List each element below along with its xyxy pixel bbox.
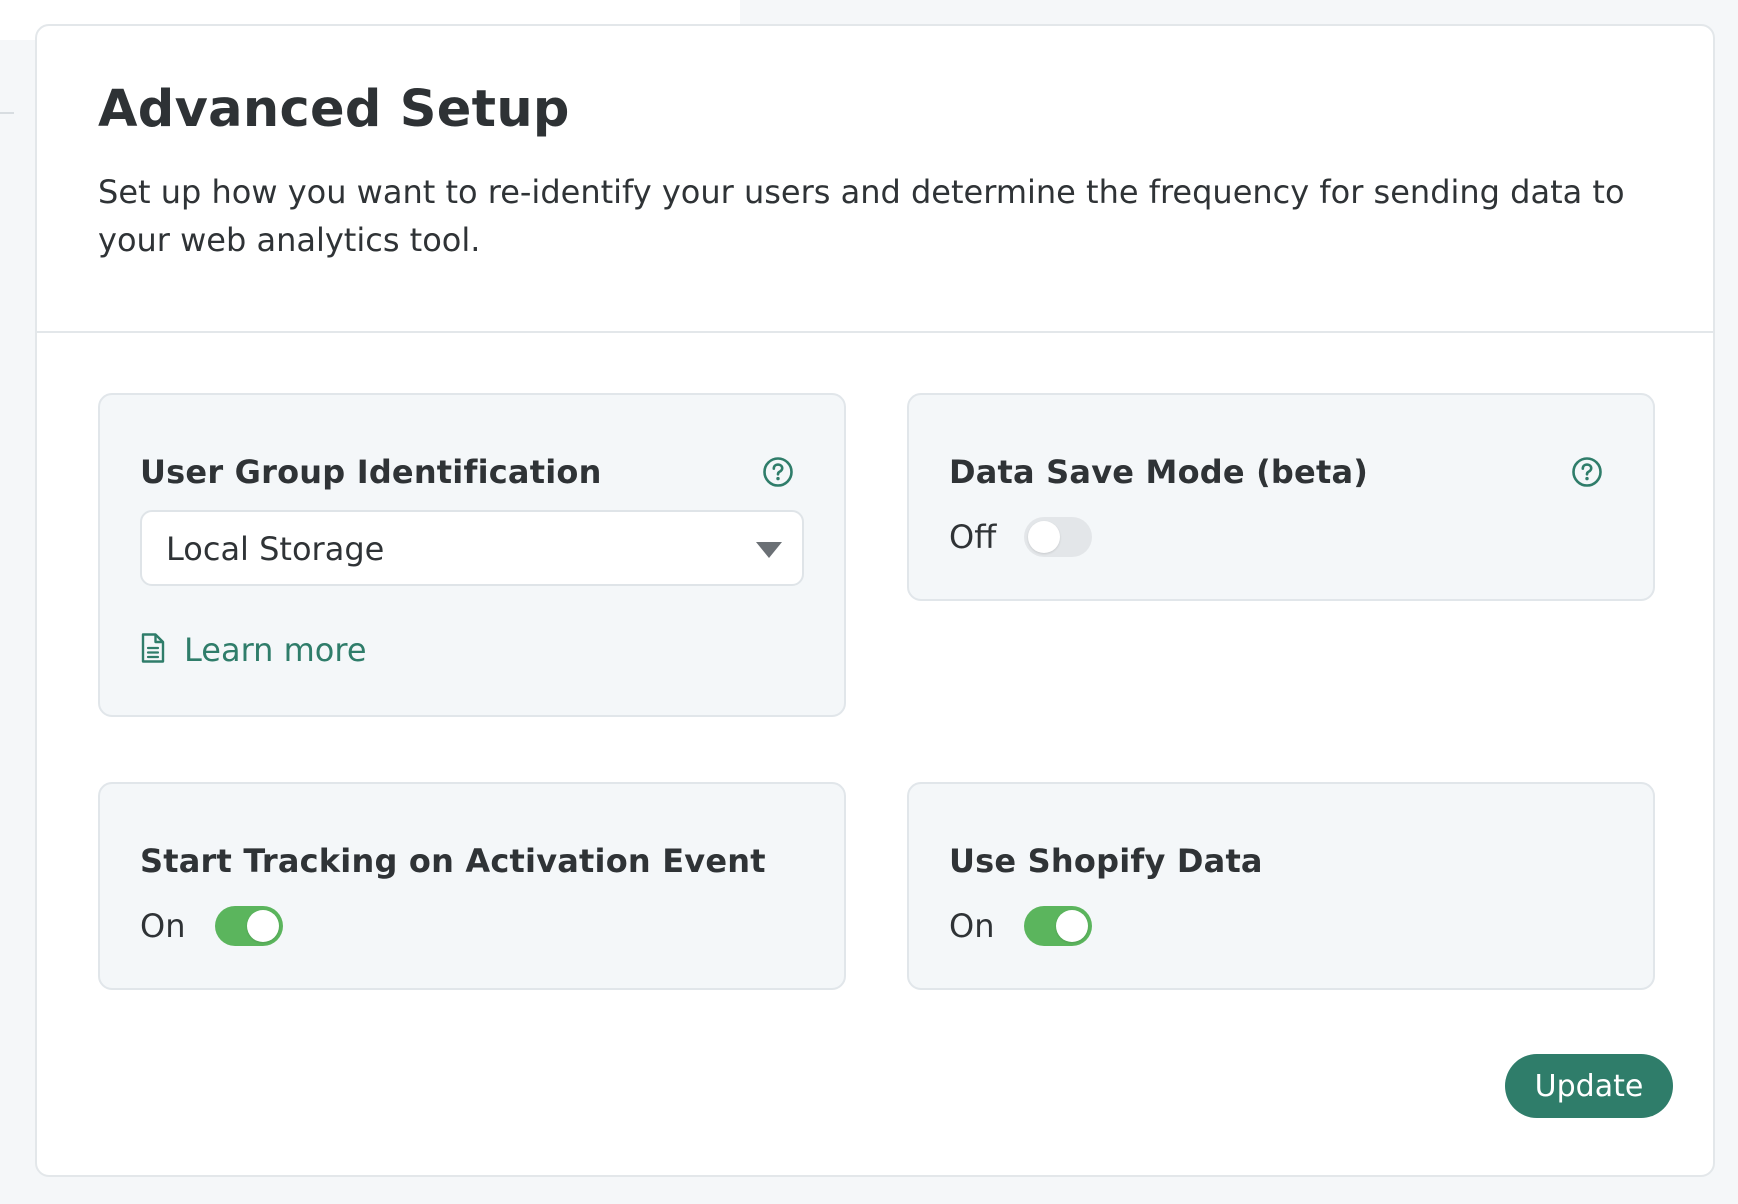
toggle-knob [247, 910, 279, 942]
start-tracking-title: Start Tracking on Activation Event [140, 842, 766, 880]
learn-more-label: Learn more [184, 631, 367, 669]
toggle-knob [1028, 521, 1060, 553]
data-save-panel: Data Save Mode (beta) Off [907, 393, 1655, 601]
learn-more-link[interactable]: Learn more [140, 631, 367, 669]
divider [0, 112, 14, 114]
advanced-setup-card: Advanced Setup Set up how you want to re… [35, 24, 1715, 1177]
data-save-state-label: Off [949, 518, 997, 556]
start-tracking-toggle[interactable] [215, 906, 283, 946]
start-tracking-state-label: On [140, 907, 186, 945]
user-group-panel: User Group Identification Local Storage [98, 393, 846, 717]
help-icon[interactable] [762, 456, 794, 488]
data-save-title: Data Save Mode (beta) [949, 453, 1369, 491]
data-save-toggle-row: Off [949, 517, 1092, 557]
card-header: Advanced Setup Set up how you want to re… [37, 26, 1713, 333]
user-group-title: User Group Identification [140, 453, 602, 491]
chevron-down-icon [756, 542, 782, 558]
document-icon [140, 632, 166, 668]
toggle-knob [1056, 910, 1088, 942]
start-tracking-panel: Start Tracking on Activation Event On [98, 782, 846, 990]
user-group-selected-value: Local Storage [166, 530, 385, 568]
page-title: Advanced Setup [98, 80, 570, 139]
shopify-state-label: On [949, 907, 995, 945]
page-description: Set up how you want to re-identify your … [98, 172, 1625, 259]
help-icon[interactable] [1571, 456, 1603, 488]
shopify-title: Use Shopify Data [949, 842, 1263, 880]
shopify-toggle[interactable] [1024, 906, 1092, 946]
user-group-select[interactable]: Local Storage [140, 510, 804, 586]
data-save-toggle[interactable] [1024, 517, 1092, 557]
start-tracking-toggle-row: On [140, 906, 283, 946]
shopify-toggle-row: On [949, 906, 1092, 946]
update-button[interactable]: Update [1505, 1054, 1673, 1118]
shopify-panel: Use Shopify Data On [907, 782, 1655, 990]
